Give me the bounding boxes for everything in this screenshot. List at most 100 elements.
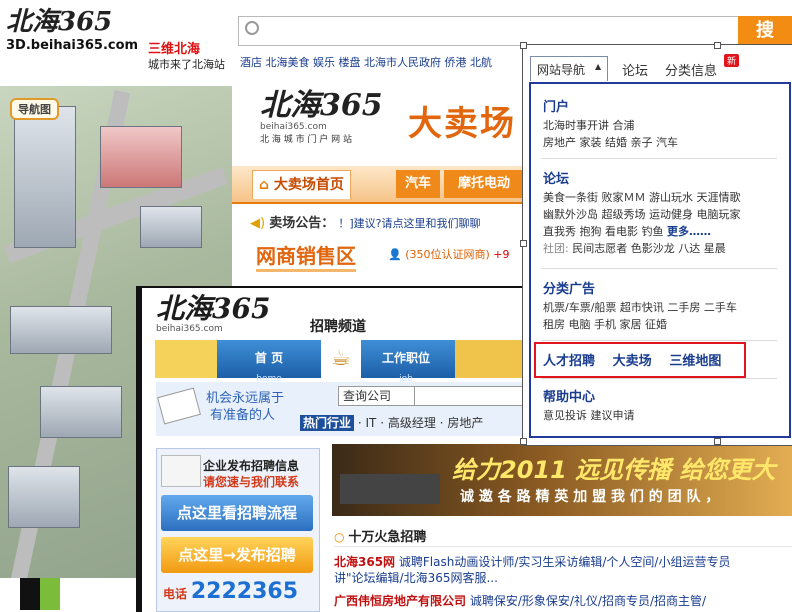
market-nav-bar: ⌂ 大卖场首页 汽车 摩托电动	[232, 166, 532, 204]
divider	[541, 268, 777, 269]
speaker-icon: ◀)	[250, 216, 266, 231]
section-help: 帮助中心 意见投诉 建议申请	[543, 386, 779, 424]
link-row[interactable]: 房地产 家装 结婚 亲子 汽车	[543, 134, 779, 151]
tab-label: 首 页	[254, 351, 284, 365]
resize-handle[interactable]	[520, 42, 527, 49]
job-desc[interactable]: 诚聘保安/形象保安/礼仪/招商专员/招商主管/	[470, 594, 706, 608]
pen-icon	[161, 455, 201, 487]
divider	[541, 158, 777, 159]
tab-label: 大卖场首页	[273, 177, 344, 193]
market-tagline: 北 海 城 市 门 户 网 站	[260, 135, 353, 145]
link-text[interactable]: 直我秀 抱狗 看电影 钓鱼	[543, 225, 664, 238]
map-site-domain: 3D.beihai365.com	[6, 38, 139, 53]
resize-handle[interactable]	[520, 240, 527, 247]
link-row[interactable]: 租房 电脑 手机 家居 征婚	[543, 316, 779, 333]
recruit-nav-bar: 首 页 home ☕ 工作职位 job	[155, 340, 525, 384]
logo-url: beihai365.com	[156, 324, 223, 334]
section-title[interactable]: 分类广告	[543, 278, 779, 297]
section-classified-ads: 分类广告 机票/车票/船票 超市快讯 二手房 二手车 租房 电脑 手机 家居 征…	[543, 278, 779, 333]
urgent-header: ○ 十万火急招聘	[334, 526, 792, 547]
tab-classified[interactable]: 分类信息	[665, 60, 717, 79]
corp-title: 企业发布招聘信息	[203, 459, 300, 473]
nav-map-badge[interactable]: 导航图	[10, 98, 59, 120]
industry-link[interactable]: IT	[365, 416, 376, 430]
job-list-item[interactable]: 广西伟恒房地产有限公司 诚聘保安/形象保安/礼仪/招商专员/招商主管/	[334, 592, 792, 609]
industry-link[interactable]: 房地产	[447, 416, 483, 430]
view-process-button[interactable]: 点这里看招聘流程	[161, 495, 313, 531]
job-company[interactable]: 北海365网	[334, 555, 395, 569]
tab-job-positions[interactable]: 工作职位 job	[361, 340, 451, 384]
tab-motorbikes[interactable]: 摩托电动	[444, 170, 524, 198]
corp-contact-panel: 企业发布招聘信息 请您速与我们联系 点这里看招聘流程 点这里→发布招聘 电话 2…	[156, 448, 320, 612]
logo-text: 北海365	[260, 88, 383, 123]
club-links[interactable]: 民间志愿者 色影沙龙 八达 星晨	[572, 242, 726, 255]
circle-bullet-icon: ○	[334, 530, 345, 544]
section-title[interactable]: 帮助中心	[543, 386, 779, 405]
recruit-logo[interactable]: 北海365 beihai365.com	[156, 292, 271, 335]
link-row[interactable]: 美食一条街 败家ＭＭ 游山玩水 天涯情歌	[543, 189, 779, 206]
slogan-line: 机会永远属于	[206, 391, 285, 406]
club-row: 社团: 民间志愿者 色影沙龙 八达 星晨	[543, 240, 779, 257]
tab-site-nav[interactable]: 网站导航 ▲	[530, 56, 608, 81]
tab-forum[interactable]: 论坛	[622, 60, 648, 79]
home-icon: ⌂	[259, 177, 270, 193]
tab-label: 网站导航	[537, 63, 586, 77]
banner-title: 给力2011 远见传播 给您更大	[452, 456, 776, 484]
link-row[interactable]: 北海时事开讲 合浦	[543, 117, 779, 134]
search-icon	[245, 21, 259, 35]
caret-up-icon: ▲	[595, 62, 602, 71]
section-forum: 论坛 美食一条街 败家ＭＭ 游山玩水 天涯情歌 幽默外沙岛 超级秀场 运动健身 …	[543, 168, 779, 257]
resize-handle[interactable]	[714, 42, 721, 49]
notice-text[interactable]: ！]建议?请点这里和我们聊聊	[338, 217, 480, 230]
market-notice[interactable]: ◀) 卖场公告： ！]建议?请点这里和我们聊聊	[250, 212, 481, 231]
tab-cars[interactable]: 汽车	[396, 170, 440, 198]
job-list-item[interactable]: 北海365网 诚聘Flash动画设计师/实习生采访编辑/个人空间/小组运营专员 …	[334, 554, 792, 586]
resize-handle[interactable]	[714, 438, 721, 445]
link-row[interactable]: 幽默外沙岛 超级秀场 运动健身 电脑玩家	[543, 206, 779, 223]
job-company[interactable]: 广西伟恒房地产有限公司	[334, 594, 466, 608]
link-row: 直我秀 抱狗 看电影 钓鱼 更多……	[543, 223, 779, 240]
tab-recruit-home[interactable]: 首 页 home	[221, 340, 317, 384]
link-row[interactable]: 意见投诉 建议申请	[543, 407, 779, 424]
search-button[interactable]: 搜	[738, 16, 792, 46]
market-logo[interactable]: 北海365 beihai365.com 北 海 城 市 门 户 网 站	[260, 88, 383, 146]
search-input[interactable]	[238, 16, 740, 46]
company-query-input[interactable]	[414, 386, 526, 406]
books-icon	[455, 340, 525, 378]
home-tab-icon	[155, 340, 217, 378]
corp-subtitle: 请您速与我们联系	[203, 475, 300, 489]
logo-text: 北海365	[6, 7, 113, 37]
section-title[interactable]: 论坛	[543, 168, 779, 187]
hot-industry-bar: 热门行业 · IT · 高级经理 · 房地产	[300, 414, 532, 432]
more-link[interactable]: 更多……	[667, 225, 711, 238]
resize-handle[interactable]	[520, 438, 527, 445]
recruit-banner[interactable]: 给力2011 远见传播 给您更大 诚 邀 各 路 精 英 加 盟 我 们 的 团…	[332, 444, 792, 516]
section-title[interactable]: 门户	[543, 96, 779, 115]
club-label: 社团:	[543, 242, 569, 255]
tab-market-home[interactable]: ⌂ 大卖场首页	[252, 170, 351, 199]
recruit-slogan: 机会永远属于 有准备的人	[206, 390, 284, 424]
coffee-icon: ☕	[321, 340, 361, 378]
merchant-count-row: 👤 (350位认证网商) +9	[388, 246, 510, 262]
merchant-tail: +9	[493, 248, 510, 261]
job-desc-cont[interactable]: 讲"论坛编辑/北海365网客服...	[334, 570, 792, 586]
job-desc[interactable]: 诚聘Flash动画设计师/实习生采访编辑/个人空间/小组运营专员	[399, 555, 731, 569]
highlight-annotation-box	[534, 342, 746, 378]
phone-number: 2222365	[190, 579, 298, 604]
new-badge: 新	[724, 54, 740, 67]
logo-url: beihai365.com	[260, 122, 327, 132]
publish-job-button[interactable]: 点这里→发布招聘	[161, 537, 313, 573]
tab-label: 工作职位	[381, 351, 430, 365]
merchant-title[interactable]: 网商销售区	[256, 240, 356, 272]
company-query-select[interactable]: 查询公司	[338, 386, 420, 406]
divider	[541, 378, 777, 379]
phone-label: 电话	[163, 587, 188, 601]
link-row[interactable]: 机票/车票/船票 超市快讯 二手房 二手车	[543, 299, 779, 316]
map-site-subtitle: 城市来了北海站	[148, 58, 225, 71]
industry-link[interactable]: 高级经理	[388, 416, 436, 430]
map-site-logo[interactable]: 北海365 3D.beihai365.com	[6, 7, 146, 53]
urgent-title: 十万火急招聘	[348, 530, 427, 545]
recruit-channel-title: 招聘频道	[310, 319, 366, 335]
logo-text: 北海365	[156, 292, 271, 325]
hot-links-bar[interactable]: 酒店 北海美食 娱乐 楼盘 北海市人民政府 侨港 北航	[240, 54, 530, 70]
